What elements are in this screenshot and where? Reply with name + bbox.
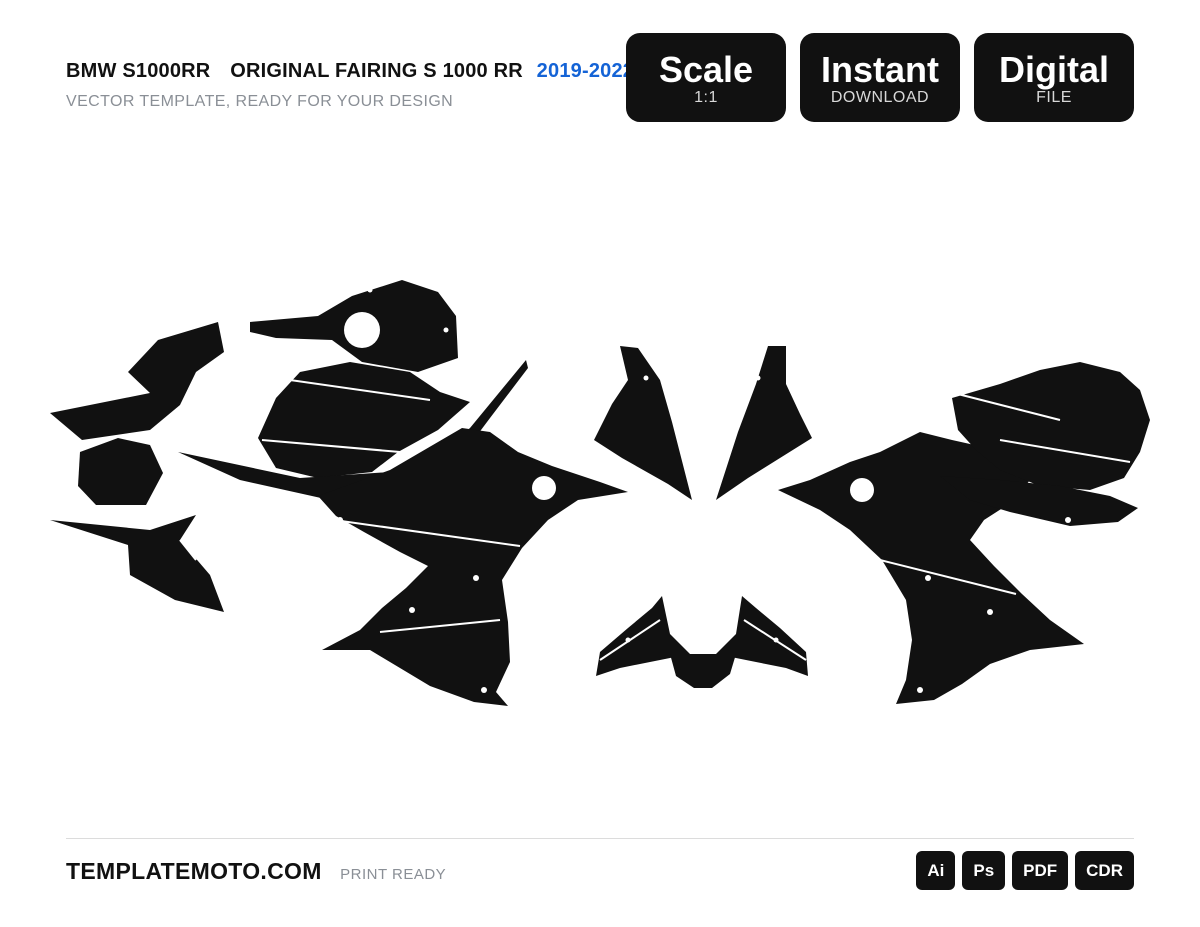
- tank-cap-hole: [344, 312, 380, 348]
- tail-piece-middle: [78, 438, 163, 505]
- fairing-template-illustration: [50, 280, 1150, 706]
- file-format-badges: Ai Ps PDF CDR: [916, 851, 1134, 890]
- left-mount-hole: [532, 476, 556, 500]
- nose-piece-left: [594, 346, 692, 500]
- tail-piece-lower: [50, 515, 224, 612]
- footer-brand: TEMPLATEMOTO.COM PRINT READY: [66, 858, 446, 885]
- tail-piece-upper: [50, 322, 224, 440]
- format-ai-badge: Ai: [916, 851, 956, 890]
- print-ready-label: PRINT READY: [340, 866, 447, 883]
- format-cdr-badge: CDR: [1075, 851, 1134, 890]
- right-mount-hole: [850, 478, 874, 502]
- chin-piece: [670, 654, 736, 688]
- format-pdf-badge: PDF: [1012, 851, 1069, 890]
- format-ps-badge: Ps: [962, 851, 1006, 890]
- nose-piece-right: [716, 346, 812, 500]
- footer-divider: [66, 838, 1134, 839]
- site-name[interactable]: TEMPLATEMOTO.COM: [66, 858, 322, 884]
